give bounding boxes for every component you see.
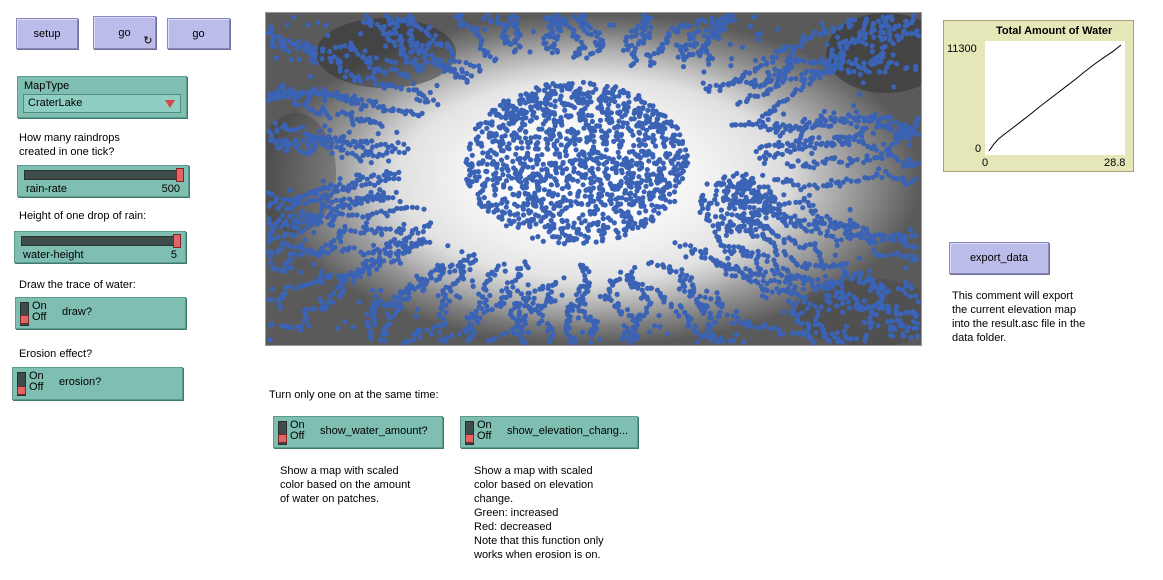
- switch-knob[interactable]: [20, 315, 29, 324]
- water-note: Show a map with scaled color based on th…: [280, 465, 411, 505]
- dropdown-triangle-icon: [165, 100, 175, 108]
- switch-name: show_water_amount?: [320, 425, 428, 437]
- switch-off-label: Off: [32, 311, 47, 323]
- water-series-line: [988, 44, 1122, 152]
- export-data-button-label: export_data: [969, 252, 1029, 264]
- switch-knob[interactable]: [278, 434, 287, 443]
- export-data-button[interactable]: export_data: [949, 242, 1049, 274]
- export-note: This comment will export the current ele…: [952, 290, 1086, 344]
- water-plot[interactable]: Total Amount of Water 11300 0 0 28.8: [943, 20, 1134, 172]
- plot-svg: [988, 44, 1122, 152]
- switch-name: show_elevation_chang...: [507, 425, 629, 437]
- show-elevation-switch[interactable]: On Off show_elevation_chang...: [460, 416, 638, 448]
- plot-area: [985, 41, 1125, 155]
- refresh-cycle-icon: ↻: [143, 35, 153, 47]
- switch-off-label: Off: [29, 381, 44, 393]
- go-once-button[interactable]: go: [167, 18, 230, 49]
- plot-ymax-label: 11300: [947, 43, 977, 55]
- plot-xmax-label: 28.8: [1104, 157, 1126, 169]
- elevation-note: Show a map with scaled color based on el…: [474, 465, 604, 561]
- chooser-select[interactable]: CraterLake: [23, 94, 181, 113]
- drop-height-label: Height of one drop of rain:: [19, 210, 147, 222]
- chooser-label: MapType: [24, 80, 70, 92]
- slider-track: [24, 170, 182, 180]
- show-water-switch[interactable]: On Off show_water_amount?: [273, 416, 443, 448]
- trace-label: Draw the trace of water:: [19, 279, 136, 291]
- switch-off-label: Off: [290, 430, 305, 442]
- slider-name: rain-rate: [26, 183, 67, 195]
- world-view[interactable]: [265, 12, 922, 346]
- switch-off-label: Off: [477, 430, 492, 442]
- switch-knob[interactable]: [17, 386, 26, 395]
- plot-ymin-label: 0: [975, 143, 982, 155]
- setup-button[interactable]: setup: [16, 18, 78, 49]
- erosion-switch[interactable]: On Off erosion?: [12, 367, 183, 400]
- erosion-label: Erosion effect?: [19, 348, 93, 360]
- slider-value: 5: [170, 249, 177, 261]
- slider-track: [21, 236, 179, 246]
- go-once-button-label: go: [192, 27, 205, 40]
- go-forever-button-label: go: [118, 26, 131, 39]
- slider-name: water-height: [23, 249, 84, 261]
- maptype-chooser[interactable]: MapType CraterLake: [17, 76, 187, 118]
- water-height-slider[interactable]: water-height 5: [14, 231, 186, 263]
- switch-knob[interactable]: [465, 434, 474, 443]
- slider-value: 500: [161, 183, 180, 195]
- slider-thumb[interactable]: [176, 168, 184, 182]
- chooser-value: CraterLake: [28, 97, 83, 109]
- setup-button-label: setup: [33, 27, 61, 40]
- rain-rate-slider[interactable]: rain-rate 500: [17, 165, 189, 197]
- plot-title: Total Amount of Water: [996, 25, 1113, 37]
- switch-name: draw?: [62, 306, 92, 318]
- raindrops-label: How many raindrops created in one tick?: [19, 132, 120, 158]
- plot-xmin-label: 0: [982, 157, 989, 169]
- slider-thumb[interactable]: [173, 234, 181, 248]
- turn-one-label: Turn only one on at the same time:: [269, 389, 439, 401]
- go-forever-button[interactable]: go ↻: [93, 16, 156, 49]
- draw-switch[interactable]: On Off draw?: [15, 297, 186, 329]
- switch-name: erosion?: [59, 376, 102, 388]
- world-view-canvas: [266, 13, 921, 345]
